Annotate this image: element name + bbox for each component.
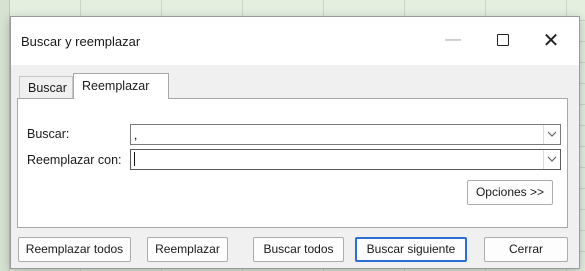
tab-label: Buscar [28,81,67,95]
minimize-icon: — [445,31,461,48]
find-next-button[interactable]: Buscar siguiente [355,237,467,262]
tab-label: Reemplazar [82,79,150,93]
replace-label: Reemplazar con: [27,153,122,167]
replace-all-button[interactable]: Reemplazar todos [18,237,131,262]
replace-panel: Buscar: Reemplazar con: Opciones >> [17,98,568,228]
close-icon: ✕ [542,29,560,52]
replace-dropdown-button[interactable] [543,150,560,169]
find-combobox[interactable] [130,124,561,145]
options-button[interactable]: Opciones >> [467,180,553,205]
close-button[interactable]: Cerrar [484,237,568,262]
chevron-down-icon [547,131,557,137]
find-label: Buscar: [27,127,70,141]
replace-button[interactable]: Reemplazar [147,237,228,262]
row-header-strip [0,0,10,271]
find-input[interactable] [131,125,549,144]
window-title: Buscar y reemplazar [21,34,141,49]
maximize-button[interactable] [481,25,525,55]
find-dropdown-button[interactable] [543,125,560,144]
tab-buscar[interactable]: Buscar [19,76,73,98]
maximize-icon [497,34,509,46]
find-replace-dialog: Buscar y reemplazar — ✕ Buscar Reemplaza… [10,16,580,269]
title-bar: Buscar y reemplazar — ✕ [11,17,579,65]
minimize-button[interactable]: — [431,25,475,55]
replace-input[interactable] [131,150,549,169]
find-all-button[interactable]: Buscar todos [253,237,344,262]
chevron-down-icon [547,156,557,162]
close-window-button[interactable]: ✕ [529,25,573,55]
replace-combobox[interactable] [130,149,561,170]
tab-reemplazar[interactable]: Reemplazar [73,73,169,99]
